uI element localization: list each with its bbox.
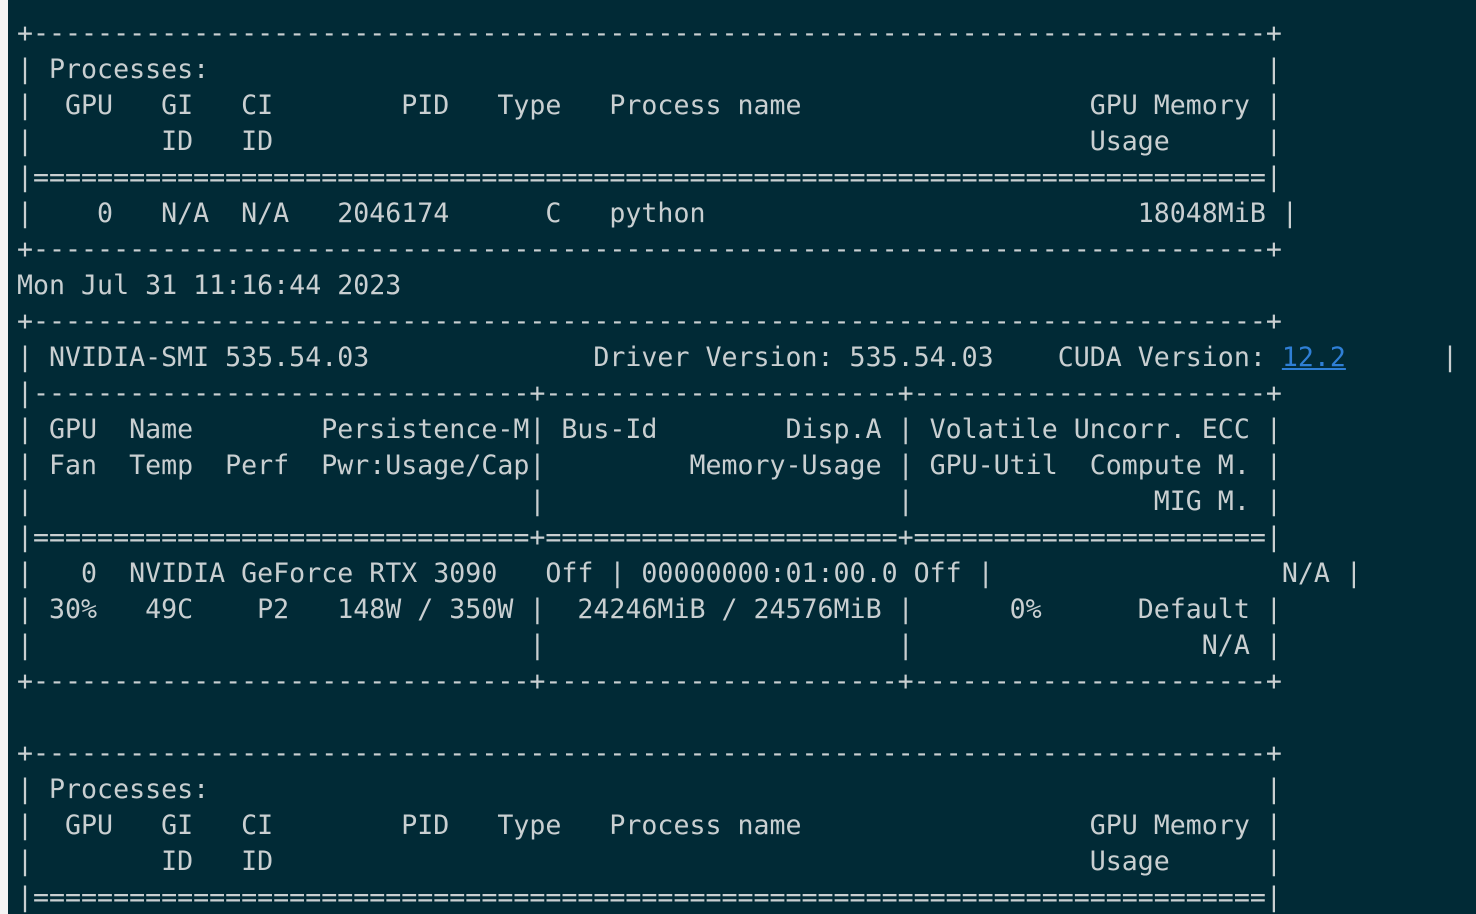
nvidia-smi-header-line: | NVIDIA-SMI 535.54.03 Driver Version: 5…: [17, 340, 1458, 376]
timestamp-line: Mon Jul 31 11:16:44 2023: [17, 270, 402, 301]
terminal-output: +---------------------------------------…: [17, 16, 1458, 914]
nvidia-smi-header-text: | NVIDIA-SMI 535.54.03 Driver Version: 5…: [17, 342, 1282, 373]
terminal-line: | ID ID Usage |: [17, 846, 1282, 877]
cuda-version-link[interactable]: 12.2: [1282, 342, 1346, 373]
gpu-row-line: | | | N/A |: [17, 630, 1282, 661]
terminal-line: | 0 N/A N/A 2046174 C python 18048MiB |: [17, 198, 1298, 229]
terminal-line: +-------------------------------+-------…: [17, 666, 1282, 697]
terminal-line: | Processes: |: [17, 54, 1282, 85]
terminal-line: +---------------------------------------…: [17, 234, 1282, 265]
header-line-tail: |: [1345, 342, 1458, 373]
terminal-line: |=======================================…: [17, 882, 1282, 913]
gpu-row-line: | 30% 49C P2 148W / 350W | 24246MiB / 24…: [17, 594, 1282, 625]
terminal-line: |===============================+=======…: [17, 522, 1282, 553]
terminal-line: | Processes: |: [17, 774, 1282, 805]
terminal-line: |=======================================…: [17, 162, 1282, 193]
terminal-line: | Fan Temp Perf Pwr:Usage/Cap| Memory-Us…: [17, 450, 1282, 481]
terminal-line: +---------------------------------------…: [17, 306, 1282, 337]
terminal-line: +---------------------------------------…: [17, 738, 1282, 769]
terminal-line: | ID ID Usage |: [17, 126, 1282, 157]
terminal-line: +---------------------------------------…: [17, 18, 1282, 49]
terminal-window[interactable]: +---------------------------------------…: [8, 0, 1476, 914]
terminal-line: | | | MIG M. |: [17, 486, 1282, 517]
terminal-line: | GPU GI CI PID Type Process name GPU Me…: [17, 810, 1282, 841]
terminal-line: | GPU Name Persistence-M| Bus-Id Disp.A …: [17, 414, 1282, 445]
terminal-line: | GPU GI CI PID Type Process name GPU Me…: [17, 90, 1282, 121]
gpu-row-line: | 0 NVIDIA GeForce RTX 3090 Off | 000000…: [17, 558, 1362, 589]
terminal-line: |-------------------------------+-------…: [17, 378, 1282, 409]
